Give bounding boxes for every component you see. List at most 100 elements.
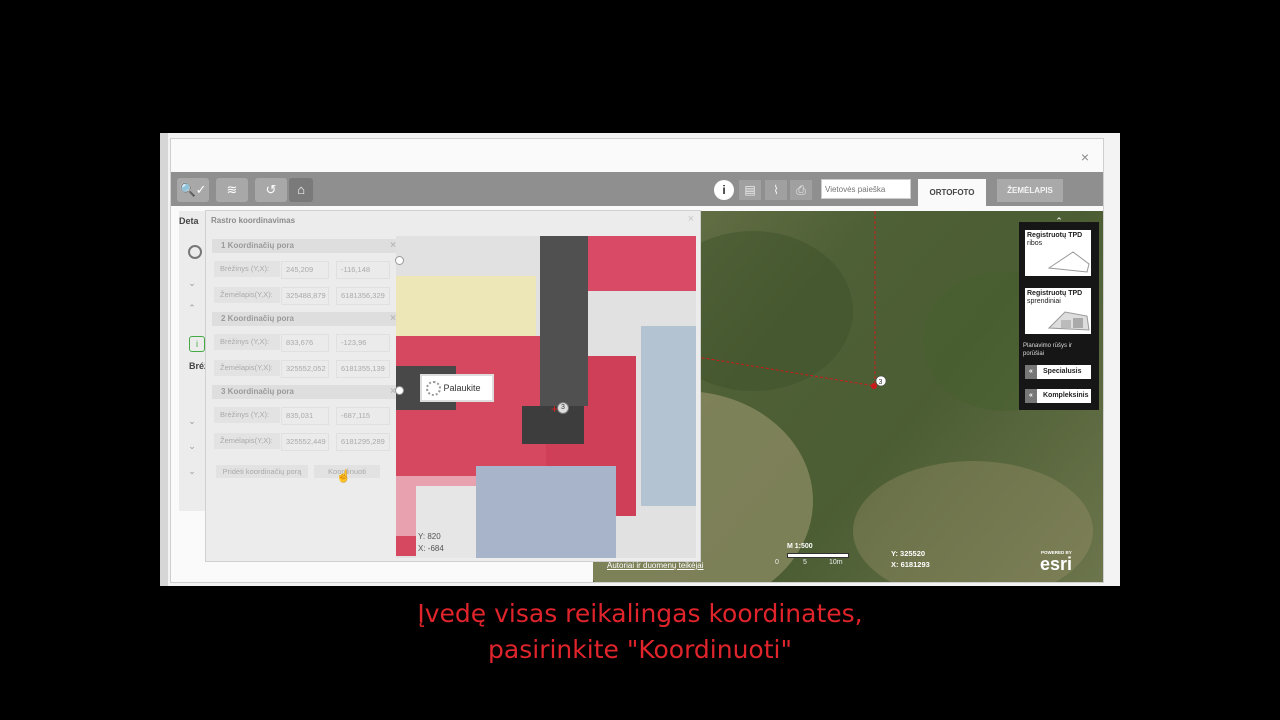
chart-icon: ⌇ bbox=[773, 183, 779, 197]
drawing-y-field[interactable]: 833,676 bbox=[281, 334, 329, 352]
drawing-label: Brėžinys (Y,X): bbox=[214, 334, 280, 350]
dialog-title: Rastro koordinavimas bbox=[211, 216, 296, 225]
chevron-left-icon: « bbox=[1025, 365, 1037, 379]
specialusis-button[interactable]: « Specialusis bbox=[1025, 365, 1091, 379]
chevron-down-icon[interactable]: ⌄ bbox=[185, 466, 199, 480]
control-point-marker bbox=[871, 383, 877, 389]
history-icon: ↺ bbox=[265, 182, 277, 197]
drawing-y-field[interactable]: 245,209 bbox=[281, 261, 329, 279]
loading-indicator: Palaukite bbox=[420, 374, 494, 402]
button-label: Kompleksinis bbox=[1043, 392, 1089, 399]
print-icon: ⎙ bbox=[796, 183, 806, 197]
scale-tick: 10m bbox=[829, 559, 843, 566]
coordinate-pair-3-header[interactable]: 3 Koordinačių pora × bbox=[212, 385, 399, 399]
chevron-up-icon[interactable]: ⌃ bbox=[1053, 216, 1065, 226]
scale-bar bbox=[787, 553, 849, 558]
info-button[interactable]: i bbox=[714, 180, 734, 200]
raster-point-label: 3 bbox=[557, 402, 569, 414]
location-search-input[interactable] bbox=[821, 179, 911, 199]
caption-line-1: Įvedę visas reikalingas koordinates, bbox=[417, 599, 863, 628]
browser-edge bbox=[160, 133, 168, 586]
point-label: 3 bbox=[879, 379, 883, 386]
planning-types-label: Planavimo rūšys ir porūšiai bbox=[1023, 343, 1073, 357]
map-coord-y: Y: 325520 bbox=[891, 549, 926, 558]
main-toolbar: 🔍✓ ≋ ↺ ⌂ i ▤ ⌇ ⎙ ORTOFOTO ŽEMĖLAPIS bbox=[171, 172, 1103, 206]
drawing-x-field[interactable]: -123,96 bbox=[336, 334, 390, 352]
pair-title: 3 Koordinačių pora bbox=[221, 387, 294, 396]
esri-logo: esri bbox=[1040, 554, 1073, 574]
map-x-field[interactable]: 6181295,289 bbox=[336, 433, 390, 451]
wait-text: Palaukite bbox=[443, 383, 481, 393]
resize-handle[interactable] bbox=[395, 386, 404, 395]
cursor-hand-icon: ☝ bbox=[336, 469, 351, 483]
add-pair-button[interactable]: Pridėti koordinačių porą bbox=[216, 465, 308, 478]
legend-card-title: Registruotų TPD bbox=[1027, 290, 1083, 297]
history-tool-button[interactable]: ↺ bbox=[255, 178, 287, 202]
map-x-field[interactable]: 6181356,329 bbox=[336, 287, 390, 305]
drawing-label: Brėžinys (Y,X): bbox=[214, 261, 280, 277]
spinner-icon bbox=[426, 381, 441, 397]
info-icon: i bbox=[722, 183, 726, 197]
layers-tool-button[interactable]: ≋ bbox=[216, 178, 248, 202]
coordinate-pair-1-header[interactable]: 1 Koordinačių pora × bbox=[212, 239, 399, 253]
caption-line-2: pasirinkite "Koordinuoti" bbox=[488, 635, 792, 664]
tab-ortofoto[interactable]: ORTOFOTO bbox=[918, 179, 986, 206]
map-y-field[interactable]: 325488,879 bbox=[281, 287, 329, 305]
legend-card-subtitle: sprendiniai bbox=[1027, 298, 1061, 305]
raster-preview[interactable]: Palaukite 3 + Y: 820 X: -684 bbox=[396, 236, 696, 558]
map-coord-x: X: 6181293 bbox=[891, 560, 930, 569]
browser-viewport: × 🔍✓ ≋ ↺ ⌂ i ▤ ⌇ ⎙ ORTOFOTO ŽEMĖLAPIS bbox=[160, 133, 1120, 586]
print-button[interactable]: ⎙ bbox=[790, 180, 812, 200]
legend-card-title: Registruotų TPD bbox=[1027, 232, 1083, 239]
map-label: Žemėlapis(Y,X): bbox=[214, 360, 280, 376]
tutorial-caption: Įvedę visas reikalingas koordinates, pas… bbox=[0, 596, 1280, 668]
app-window: × 🔍✓ ≋ ↺ ⌂ i ▤ ⌇ ⎙ ORTOFOTO ŽEMĖLAPIS bbox=[170, 138, 1104, 583]
coordinate-pair-2-header[interactable]: 2 Koordinačių pora × bbox=[212, 312, 399, 326]
drawing-label: Brėžinys (Y,X): bbox=[214, 407, 280, 423]
chevron-up-icon[interactable]: ⌃ bbox=[185, 303, 199, 317]
table-button[interactable]: ▤ bbox=[739, 180, 761, 200]
map-x-field[interactable]: 6181355,139 bbox=[336, 360, 390, 378]
map-y-field[interactable]: 325552,052 bbox=[281, 360, 329, 378]
legend-card-boundaries[interactable]: Registruotų TPD ribos bbox=[1025, 230, 1091, 276]
resize-handle[interactable] bbox=[395, 256, 404, 265]
window-close-button[interactable]: × bbox=[1081, 149, 1089, 165]
map-label: Žemėlapis(Y,X): bbox=[214, 433, 280, 449]
dialog-close-button[interactable]: × bbox=[688, 213, 694, 225]
drawing-x-field[interactable]: -687,115 bbox=[336, 407, 390, 425]
panel-label-top: Deta bbox=[179, 216, 199, 226]
raster-coord-x: X: -684 bbox=[418, 544, 444, 553]
search-tool-button[interactable]: 🔍✓ bbox=[177, 178, 209, 202]
kompleksinis-button[interactable]: « Kompleksinis bbox=[1025, 389, 1091, 403]
chevron-left-icon: « bbox=[1025, 389, 1037, 403]
map-label: Žemėlapis(Y,X): bbox=[214, 287, 280, 303]
table-icon: ▤ bbox=[744, 183, 756, 197]
search-check-icon: 🔍✓ bbox=[179, 182, 207, 197]
scale-tick: 0 bbox=[775, 559, 779, 566]
drawing-y-field[interactable]: 835,031 bbox=[281, 407, 329, 425]
drawing-x-field[interactable]: -116,148 bbox=[336, 261, 390, 279]
home-icon: ⌂ bbox=[297, 182, 305, 197]
chevron-down-icon[interactable]: ⌄ bbox=[185, 416, 199, 430]
raster-coordination-dialog: Rastro koordinavimas × 1 Koordinačių por… bbox=[205, 210, 701, 562]
button-label: Specialusis bbox=[1043, 368, 1082, 375]
legend-card-solutions[interactable]: Registruotų TPD sprendiniai bbox=[1025, 288, 1091, 334]
attribution-link[interactable]: Autoriai ir duomenų teikėjai bbox=[607, 561, 704, 570]
tab-zemelapis[interactable]: ŽEMĖLAPIS bbox=[997, 179, 1063, 202]
pair-title: 1 Koordinačių pora bbox=[221, 241, 294, 250]
chart-button[interactable]: ⌇ bbox=[765, 180, 787, 200]
locate-icon[interactable] bbox=[188, 245, 202, 259]
left-side-panel: Deta ⌄ ⌃ i Bréž ⌄ ⌄ ⌄ bbox=[179, 211, 209, 511]
home-button[interactable]: ⌂ bbox=[289, 178, 313, 202]
map-y-field[interactable]: 325552,449 bbox=[281, 433, 329, 451]
boundary-polygon-icon bbox=[1047, 251, 1090, 273]
chevron-down-icon[interactable]: ⌄ bbox=[185, 441, 199, 455]
map-scale: M 1:500 bbox=[787, 543, 813, 550]
solutions-polygon-icon bbox=[1047, 311, 1090, 331]
legend-card-subtitle: ribos bbox=[1027, 240, 1043, 247]
layers-icon: ≋ bbox=[226, 182, 238, 197]
pair-title: 2 Koordinačių pora bbox=[221, 314, 294, 323]
info-green-icon: i bbox=[189, 336, 205, 352]
legend-panel: ⌃ Registruotų TPD ribos Registruotų TPD … bbox=[1019, 216, 1099, 410]
chevron-down-icon[interactable]: ⌄ bbox=[185, 278, 199, 292]
